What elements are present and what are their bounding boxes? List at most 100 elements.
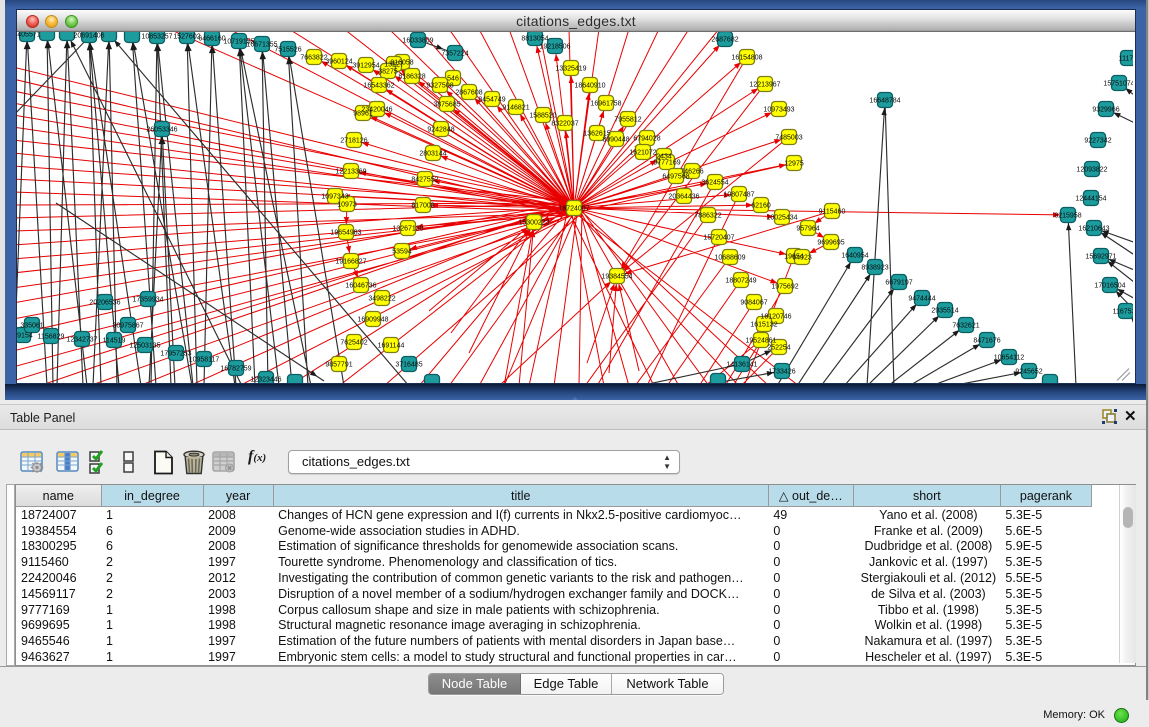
svg-text:12213369: 12213369: [335, 169, 366, 176]
svg-text:6679197: 6679197: [885, 280, 912, 287]
svg-text:1733426: 1733426: [768, 369, 795, 376]
svg-text:19166827: 19166827: [335, 259, 366, 266]
svg-text:16961758: 16961758: [590, 101, 621, 108]
svg-text:1167533: 1167533: [1113, 309, 1133, 316]
svg-text:1691144: 1691144: [378, 343, 405, 350]
svg-text:98961: 98961: [353, 111, 373, 118]
svg-text:1615132: 1615132: [750, 322, 777, 329]
svg-text:39154: 39154: [17, 333, 33, 340]
svg-text:7357224: 7357224: [441, 51, 468, 58]
svg-text:2718126: 2718126: [340, 138, 367, 145]
svg-text:10025434: 10025434: [766, 215, 797, 222]
svg-text:8813054: 8813054: [521, 36, 548, 43]
svg-text:2405571: 2405571: [17, 32, 41, 39]
svg-text:546: 546: [447, 76, 459, 83]
svg-text:1097343: 1097343: [321, 194, 348, 201]
svg-text:9227342: 9227342: [1084, 138, 1111, 145]
svg-text:30975867: 30975867: [112, 323, 143, 330]
svg-text:16210643: 16210643: [1078, 226, 1109, 233]
svg-text:9857791: 9857791: [325, 362, 352, 369]
svg-text:10688609: 10688609: [714, 255, 745, 262]
svg-text:12503135: 12503135: [129, 343, 160, 350]
svg-text:9084067: 9084067: [740, 300, 767, 307]
svg-text:19384554: 19384554: [601, 274, 632, 281]
svg-text:2867608: 2867608: [455, 90, 482, 97]
svg-text:16543362: 16543362: [363, 83, 394, 90]
svg-text:15300223: 15300223: [518, 220, 549, 227]
svg-text:817008: 817008: [411, 203, 434, 210]
svg-text:6794028: 6794028: [633, 136, 660, 143]
svg-text:14136141: 14136141: [726, 362, 757, 369]
svg-text:16909948: 16909948: [357, 317, 388, 324]
svg-text:1621072: 1621072: [629, 150, 656, 157]
svg-text:12342737: 12342737: [66, 337, 97, 344]
svg-text:8427552: 8427552: [411, 177, 438, 184]
svg-text:16648784: 16648784: [869, 98, 900, 105]
svg-text:16154808: 16154808: [731, 55, 762, 62]
svg-text:7485003: 7485003: [775, 135, 802, 142]
svg-text:3624554: 3624554: [701, 180, 728, 187]
svg-text:3912954: 3912954: [352, 63, 379, 70]
svg-text:53594: 53594: [392, 249, 412, 256]
svg-text:62160: 62160: [751, 203, 771, 210]
svg-text:10807487: 10807487: [723, 192, 754, 199]
svg-text:7663822: 7663822: [300, 55, 327, 62]
svg-text:10973: 10973: [337, 202, 357, 209]
svg-text:7632621: 7632621: [952, 323, 979, 330]
svg-text:20206536: 20206536: [89, 300, 120, 307]
svg-text:9242848: 9242848: [427, 127, 454, 134]
svg-text:12093822: 12093822: [1076, 167, 1107, 174]
svg-text:1640954: 1640954: [841, 253, 868, 260]
svg-text:18640910: 18640910: [574, 83, 605, 90]
svg-text:12975: 12975: [784, 161, 804, 168]
svg-text:8186328: 8186328: [398, 74, 425, 81]
svg-text:16033809: 16033809: [402, 38, 433, 45]
svg-text:8454749: 8454749: [478, 97, 505, 104]
svg-text:10654112: 10654112: [994, 355, 1025, 362]
svg-text:2803144: 2803144: [419, 151, 446, 158]
svg-text:13227: 13227: [384, 62, 404, 69]
svg-text:64923: 64923: [792, 255, 812, 262]
svg-text:3875685: 3875685: [433, 102, 460, 109]
svg-text:2687682: 2687682: [711, 37, 738, 44]
svg-text:8215958: 8215958: [1054, 213, 1081, 220]
svg-text:7886322: 7886322: [694, 213, 721, 220]
svg-text:6466160: 6466160: [198, 36, 225, 43]
svg-text:13325419: 13325419: [555, 66, 586, 73]
svg-text:16046736: 16046736: [345, 283, 376, 290]
svg-text:335061: 335061: [20, 323, 43, 330]
svg-text:15720407: 15720407: [703, 235, 734, 242]
svg-text:957964: 957964: [796, 226, 819, 233]
svg-text:17016504: 17016504: [1094, 283, 1125, 290]
svg-text:18724007: 18724007: [558, 206, 589, 213]
svg-text:7955812: 7955812: [614, 117, 641, 124]
svg-text:8990448: 8990448: [602, 137, 629, 144]
svg-text:9115460: 9115460: [819, 209, 846, 216]
svg-text:7515526: 7515526: [274, 47, 301, 54]
svg-text:11172: 11172: [1119, 56, 1133, 63]
svg-text:18807249: 18807249: [725, 278, 756, 285]
svg-text:9699695: 9699695: [817, 240, 844, 247]
svg-text:19654983: 19654983: [330, 230, 361, 237]
svg-text:1156829: 1156829: [38, 334, 65, 341]
svg-text:3960124: 3960124: [325, 59, 352, 66]
svg-text:1588520: 1588520: [529, 113, 556, 120]
svg-text:9327508: 9327508: [426, 83, 453, 90]
svg-text:9777169: 9777169: [653, 160, 680, 167]
svg-text:9329966: 9329966: [1092, 107, 1119, 114]
svg-text:13267130: 13267130: [392, 226, 423, 233]
svg-text:19218506: 19218506: [539, 44, 570, 51]
svg-text:19524861: 19524861: [745, 338, 776, 345]
svg-text:12323446: 12323446: [250, 377, 281, 384]
svg-text:15692971: 15692971: [1085, 254, 1116, 261]
svg-text:10973493: 10973493: [763, 107, 794, 114]
svg-text:12213967: 12213967: [749, 82, 780, 89]
svg-text:8322037: 8322037: [551, 121, 578, 128]
svg-text:9474444: 9474444: [908, 296, 935, 303]
svg-text:20364436: 20364436: [668, 194, 699, 201]
svg-text:1975692: 1975692: [771, 284, 798, 291]
svg-text:8938923: 8938923: [861, 265, 888, 272]
svg-text:12444154: 12444154: [1075, 196, 1106, 203]
svg-text:10958117: 10958117: [189, 357, 220, 364]
svg-text:10853257: 10853257: [141, 34, 172, 41]
